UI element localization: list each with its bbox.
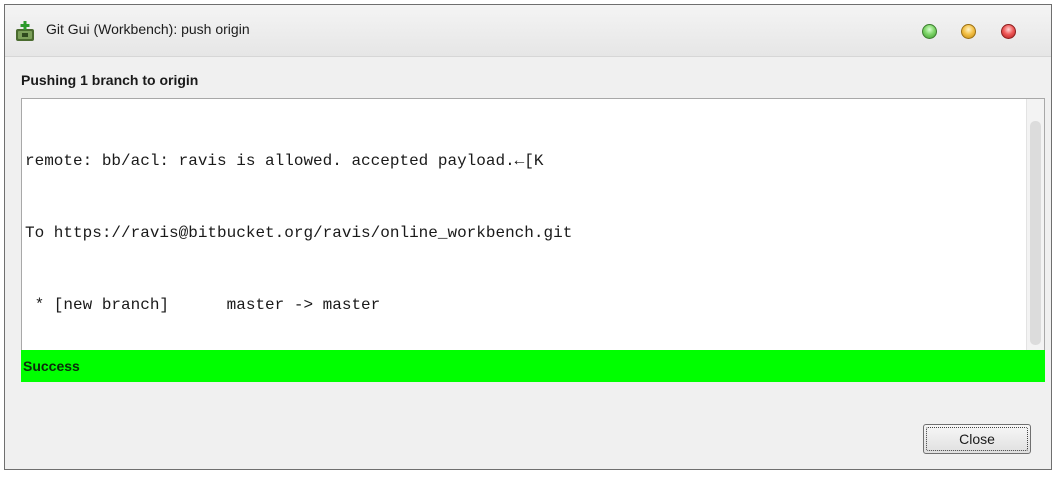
close-window-button[interactable]: [1001, 24, 1016, 39]
minimize-button[interactable]: [961, 24, 976, 39]
push-dialog-window: Git Gui (Workbench): push origin Pushing…: [4, 4, 1052, 470]
output-log[interactable]: remote: bb/acl: ravis is allowed. accept…: [21, 98, 1045, 351]
output-lines: remote: bb/acl: ravis is allowed. accept…: [25, 101, 573, 350]
status-text: Success: [23, 358, 80, 374]
title-bar[interactable]: Git Gui (Workbench): push origin: [5, 5, 1051, 57]
status-bar: Success: [21, 350, 1045, 382]
push-heading: Pushing 1 branch to origin: [21, 72, 199, 88]
scrollbar-thumb[interactable]: [1030, 121, 1041, 345]
output-line: To https://ravis@bitbucket.org/ravis/onl…: [25, 224, 573, 242]
vertical-scrollbar[interactable]: [1026, 99, 1044, 350]
output-line: * [new branch] master -> master: [25, 296, 381, 314]
git-gui-icon: [16, 21, 34, 41]
window-title: Git Gui (Workbench): push origin: [46, 21, 250, 37]
output-line: remote: bb/acl: ravis is allowed. accept…: [25, 152, 544, 170]
maximize-button[interactable]: [922, 24, 937, 39]
close-button[interactable]: Close: [923, 424, 1031, 454]
